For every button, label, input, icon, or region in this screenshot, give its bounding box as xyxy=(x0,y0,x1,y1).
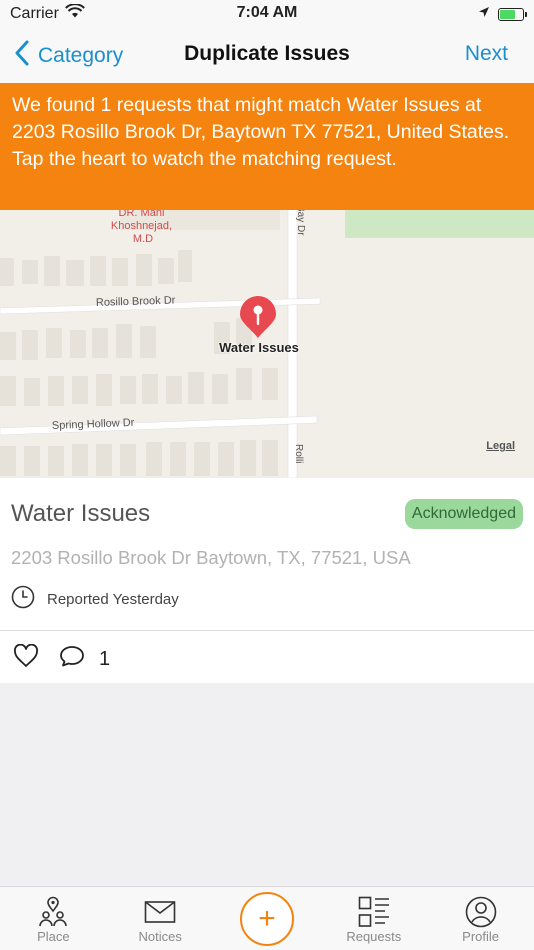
page-title: Duplicate Issues xyxy=(184,42,350,65)
next-button[interactable]: Next xyxy=(465,42,508,66)
heart-icon xyxy=(13,643,39,674)
watch-heart-button[interactable] xyxy=(13,643,39,674)
clock-icon xyxy=(11,585,35,613)
street-label-rosillo: Rosillo Brook Dr xyxy=(96,294,176,309)
battery-icon xyxy=(498,7,527,21)
tab-requests[interactable]: Requests xyxy=(320,887,427,950)
card-divider xyxy=(0,630,534,631)
tab-bar: Place Notices + Requests Profile xyxy=(0,886,534,950)
tab-label-requests: Requests xyxy=(346,929,402,944)
tab-label-profile: Profile xyxy=(462,929,500,944)
request-title: Water Issues xyxy=(11,500,151,527)
tab-label-place: Place xyxy=(37,929,70,944)
envelope-icon xyxy=(144,895,176,929)
profile-icon xyxy=(465,895,497,929)
status-bar: Carrier 7:04 AM xyxy=(0,0,534,28)
location-arrow-icon xyxy=(478,5,490,23)
map-legal-link[interactable]: Legal xyxy=(486,440,515,452)
nav-bar: Category Duplicate Issues Next xyxy=(0,28,534,83)
map-graphics: Rosillo Brook Dr Spring Hollow Dr Bay Dr… xyxy=(0,200,534,478)
poi-label: DR. Mani Khoshnejad, M.D xyxy=(111,207,175,245)
reported-row: Reported Yesterday xyxy=(11,585,179,613)
battery-level xyxy=(500,9,515,19)
tab-new-request[interactable]: + xyxy=(214,887,321,950)
card-actions: 1 xyxy=(13,643,110,674)
pin-label: Water Issues xyxy=(219,340,299,355)
place-icon xyxy=(37,895,69,929)
request-card[interactable]: Water Issues Acknowledged 2203 Rosillo B… xyxy=(0,478,534,683)
map-view[interactable]: Rosillo Brook Dr Spring Hollow Dr Bay Dr… xyxy=(0,200,534,478)
tab-profile[interactable]: Profile xyxy=(427,887,534,950)
comments-button[interactable]: 1 xyxy=(59,644,110,674)
status-time: 7:04 AM xyxy=(236,4,298,21)
plus-icon[interactable]: + xyxy=(239,892,294,946)
comment-icon xyxy=(59,644,85,674)
tab-place[interactable]: Place xyxy=(0,887,107,950)
banner-text: We found 1 requests that might match Wat… xyxy=(12,94,510,170)
tab-notices[interactable]: Notices xyxy=(107,887,214,950)
status-right xyxy=(478,5,527,23)
road-vertical xyxy=(287,200,298,478)
duplicate-banner: We found 1 requests that might match Wat… xyxy=(0,83,534,210)
road-spring xyxy=(0,415,318,436)
list-icon xyxy=(358,895,390,929)
tab-label-notices: Notices xyxy=(138,929,182,944)
street-label-rolli: Rolli xyxy=(293,444,304,463)
status-badge: Acknowledged xyxy=(404,499,523,529)
comment-count: 1 xyxy=(99,647,111,670)
buildings xyxy=(0,250,278,476)
request-address: 2203 Rosillo Brook Dr Baytown, TX, 77521… xyxy=(11,547,411,568)
reported-label: Reported Yesterday xyxy=(47,590,179,608)
